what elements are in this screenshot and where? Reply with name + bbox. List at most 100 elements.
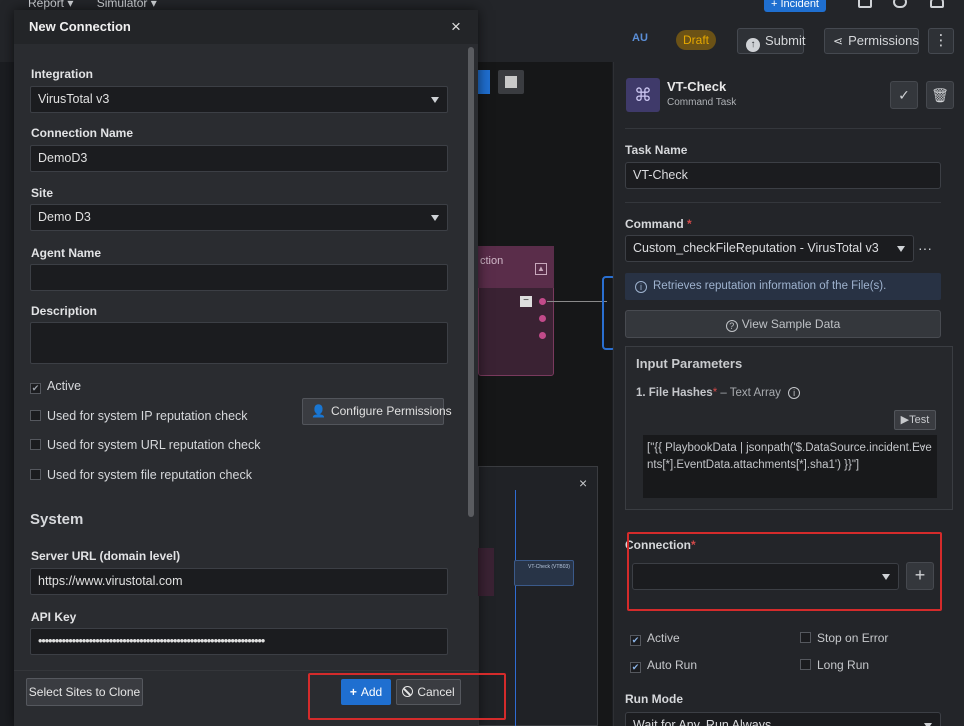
more-menu-button[interactable]: ⋮ (928, 28, 954, 54)
share-icon: ⋖ (833, 34, 844, 48)
checkmark-icon: ✔ (630, 662, 641, 673)
input-parameters-title: Input Parameters (636, 356, 743, 371)
stop-on-error-checkbox[interactable]: Stop on Error (800, 631, 888, 645)
info-text: Retrieves reputation information of the … (653, 280, 887, 292)
auto-run-checkbox[interactable]: ✔ Auto Run (630, 658, 697, 673)
top-menu: Report ▾ Simulator ▾ (28, 0, 177, 10)
output-port[interactable] (539, 315, 546, 322)
task-title: VT-Check (667, 79, 727, 94)
checkbox-icon (30, 439, 41, 450)
upload-icon[interactable] (858, 0, 872, 8)
active-checkbox[interactable]: ✔ Active (30, 379, 81, 394)
integration-select[interactable]: VirusTotal v3 (30, 86, 448, 113)
command-value: Custom_checkFileReputation - VirusTotal … (633, 241, 879, 255)
test-label: Test (909, 414, 930, 426)
integration-label: Integration (31, 67, 93, 81)
stop-icon[interactable] (498, 70, 524, 94)
connection-name-input[interactable]: DemoD3 (30, 145, 448, 172)
file-hashes-label: 1. File Hashes* – Text Array i (636, 387, 801, 399)
system-heading: System (30, 511, 84, 528)
description-input[interactable] (30, 322, 448, 364)
integration-value: VirusTotal v3 (38, 92, 110, 106)
agent-name-label: Agent Name (31, 246, 102, 260)
connection-highlight-box (627, 532, 942, 611)
mini-node-label: VT-Check (VTB03) (528, 564, 570, 570)
connection-name-label: Connection Name (31, 126, 134, 140)
mini-map-close-icon[interactable]: × (579, 475, 587, 491)
info-icon: i (635, 281, 647, 293)
menu-report[interactable]: Report ▾ (28, 0, 73, 10)
active-checkbox[interactable]: ✔ Active (630, 631, 680, 646)
collapse-icon[interactable]: ▲ (535, 263, 547, 275)
dialog-title: New Connection (29, 19, 131, 34)
permissions-button[interactable]: ⋖ Permissions (824, 28, 919, 54)
auto-run-label: Auto Run (647, 658, 698, 672)
server-url-label: Server URL (domain level) (31, 549, 181, 563)
run-mode-select[interactable]: Wait for Any, Run Always (625, 712, 941, 726)
ip-reputation-checkbox[interactable]: Used for system IP reputation check (30, 409, 248, 423)
command-info-bar: i Retrieves reputation information of the… (625, 273, 941, 300)
view-sample-data-button[interactable]: ? View Sample Data (625, 310, 941, 338)
user-icon[interactable] (930, 0, 944, 8)
checkbox-icon (800, 659, 811, 670)
file-reputation-checkbox[interactable]: Used for system file reputation check (30, 468, 252, 482)
stop-on-error-label: Stop on Error (817, 631, 889, 645)
draft-badge: Draft (676, 30, 716, 50)
agent-name-input[interactable] (30, 264, 448, 291)
output-port[interactable] (539, 332, 546, 339)
play-button-edge[interactable] (478, 70, 490, 94)
task-subtitle: Command Task (667, 97, 737, 108)
au-label: AU (632, 32, 648, 44)
chevron-down-icon (431, 97, 439, 103)
dialog-scrollbar-thumb[interactable] (468, 47, 474, 517)
active-label: Active (647, 631, 680, 645)
trash-icon[interactable]: 🗑 (926, 81, 954, 109)
code-options-icon[interactable]: ··· (912, 438, 925, 453)
checkmark-icon: ✔ (30, 383, 41, 394)
command-label: Command * (625, 217, 692, 231)
connector-line (547, 301, 607, 313)
play-icon: ▶ (900, 414, 910, 426)
submit-button[interactable]: ↑ Submit (737, 28, 805, 54)
minus-icon[interactable]: − (520, 296, 532, 307)
checkbox-icon (800, 632, 811, 643)
new-connection-dialog (14, 10, 478, 726)
info-icon[interactable]: i (788, 387, 801, 399)
file-hash-type: – Text Array (720, 387, 781, 399)
command-select[interactable]: Custom_checkFileReputation - VirusTotal … (625, 235, 914, 262)
divider (625, 128, 941, 129)
task-name-input[interactable]: VT-Check (625, 162, 941, 189)
confirm-check-icon[interactable]: ✓ (890, 81, 918, 109)
chevron-down-icon (431, 215, 439, 221)
divider (625, 202, 941, 203)
select-sites-to-clone-button[interactable]: Select Sites to Clone (26, 678, 143, 706)
api-key-label: API Key (31, 610, 77, 624)
menu-simulator[interactable]: Simulator ▾ (97, 0, 157, 10)
api-key-input[interactable]: ••••••••••••••••••••••••••••••••••••••••… (30, 628, 448, 655)
configure-permissions-label: Configure Permissions (330, 404, 452, 418)
sample-label: View Sample Data (741, 317, 841, 331)
new-incident-button[interactable]: + Incident (764, 0, 826, 12)
output-port[interactable] (539, 298, 546, 305)
required-mark: * (712, 387, 718, 399)
command-options-icon[interactable]: ··· (918, 240, 932, 256)
ip-reputation-label: Used for system IP reputation check (47, 409, 248, 423)
url-reputation-label: Used for system URL reputation check (47, 438, 261, 452)
file-hashes-value[interactable]: ["{{ PlaybookData | jsonpath('$.DataSour… (643, 435, 937, 498)
mini-map-line (515, 490, 516, 726)
close-icon[interactable]: × (451, 18, 461, 35)
checkmark-icon: ✔ (630, 635, 641, 646)
required-mark: * (687, 217, 692, 231)
server-url-input[interactable]: https://www.virustotal.com (30, 568, 448, 595)
description-label: Description (31, 304, 98, 318)
site-select[interactable]: Demo D3 (30, 204, 448, 231)
long-run-checkbox[interactable]: Long Run (800, 658, 869, 672)
upload-arrow-icon: ↑ (746, 38, 760, 52)
command-icon: ⌘ (626, 78, 660, 112)
task-name-label: Task Name (625, 143, 688, 157)
configure-permissions-button[interactable]: 👤 Configure Permissions (302, 398, 452, 425)
url-reputation-checkbox[interactable]: Used for system URL reputation check (30, 438, 261, 452)
active-label: Active (47, 379, 82, 393)
test-button[interactable]: ▶Test (894, 410, 936, 430)
file-reputation-label: Used for system file reputation check (47, 468, 252, 482)
